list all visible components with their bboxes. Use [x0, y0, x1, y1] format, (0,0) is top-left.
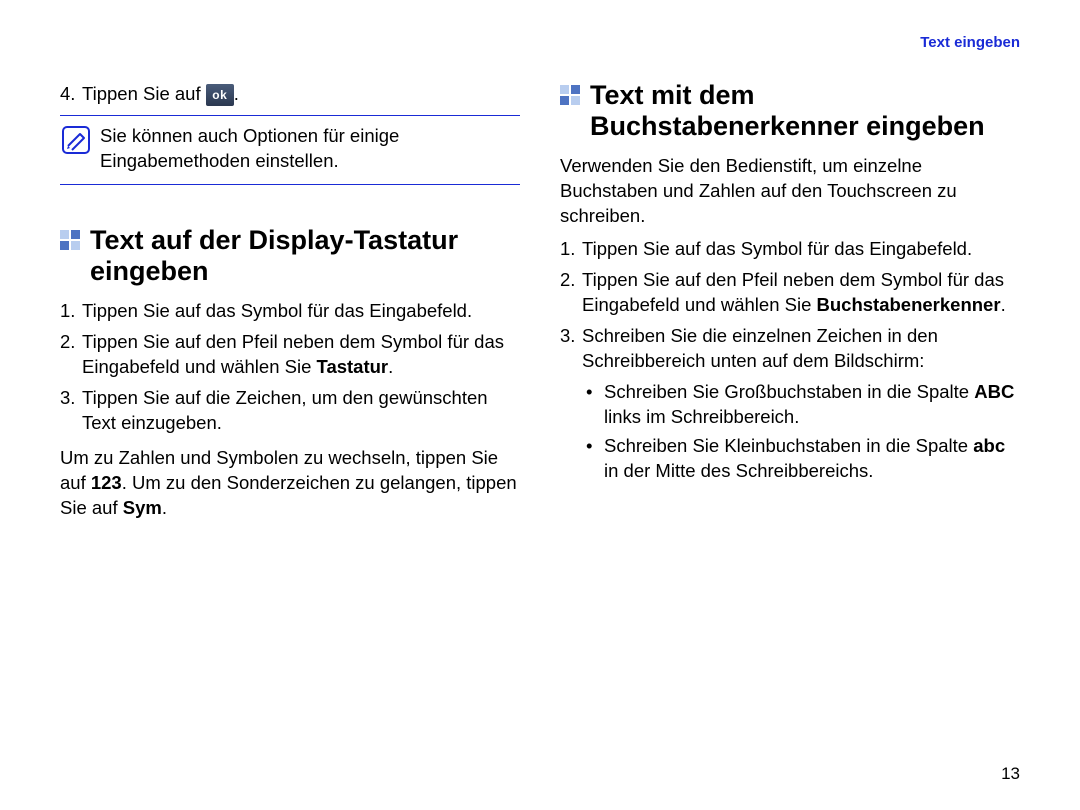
steps-list-left: 1. Tippen Sie auf das Symbol für das Ein…	[60, 299, 520, 436]
tail-paragraph: Um zu Zahlen und Symbolen zu wechseln, t…	[60, 446, 520, 521]
note-icon	[62, 126, 90, 154]
step-3: 3. Schreiben Sie die einzelnen Zeichen i…	[560, 324, 1020, 374]
step-3: 3. Tippen Sie auf die Zeichen, um den ge…	[60, 386, 520, 436]
step-1: 1. Tippen Sie auf das Symbol für das Ein…	[60, 299, 520, 324]
note-text: Sie können auch Optionen für einige Eing…	[100, 124, 518, 174]
bullet-list: Schreiben Sie Großbuchstaben in die Spal…	[582, 380, 1020, 484]
section-heading-display-tastatur: Text auf der Display-Tastatur eingeben	[60, 225, 520, 287]
section-title-text: Text auf der Display-Tastatur eingeben	[90, 225, 520, 287]
section-title-text: Text mit dem Buchstabenerkenner eingeben	[590, 80, 1020, 142]
page-number: 13	[1001, 764, 1020, 784]
bullet-1: Schreiben Sie Großbuchstaben in die Spal…	[582, 380, 1020, 430]
running-header: Text eingeben	[920, 34, 1020, 51]
squares-icon	[560, 85, 580, 105]
step-4: 4. Tippen Sie auf ok.	[60, 82, 520, 107]
right-column: Text mit dem Buchstabenerkenner eingeben…	[560, 80, 1020, 521]
section-heading-buchstabenerkenner: Text mit dem Buchstabenerkenner eingeben	[560, 80, 1020, 142]
left-column: 4. Tippen Sie auf ok. Sie können auch Op…	[60, 80, 520, 521]
step-1: 1. Tippen Sie auf das Symbol für das Ein…	[560, 237, 1020, 262]
step-2: 2. Tippen Sie auf den Pfeil neben dem Sy…	[60, 330, 520, 380]
step-4-post: .	[234, 83, 239, 104]
steps-list-right: 1. Tippen Sie auf das Symbol für das Ein…	[560, 237, 1020, 374]
manual-page: Text eingeben 4. Tippen Sie auf ok. Sie	[0, 0, 1080, 810]
step-2: 2. Tippen Sie auf den Pfeil neben dem Sy…	[560, 268, 1020, 318]
note-box: Sie können auch Optionen für einige Eing…	[60, 115, 520, 185]
step-number: 4.	[60, 82, 82, 107]
step-4-pre: Tippen Sie auf	[82, 83, 206, 104]
bullet-2: Schreiben Sie Kleinbuchstaben in die Spa…	[582, 434, 1020, 484]
ok-key-icon: ok	[206, 84, 234, 106]
intro-paragraph: Verwenden Sie den Bedienstift, um einzel…	[560, 154, 1020, 229]
squares-icon	[60, 230, 80, 250]
